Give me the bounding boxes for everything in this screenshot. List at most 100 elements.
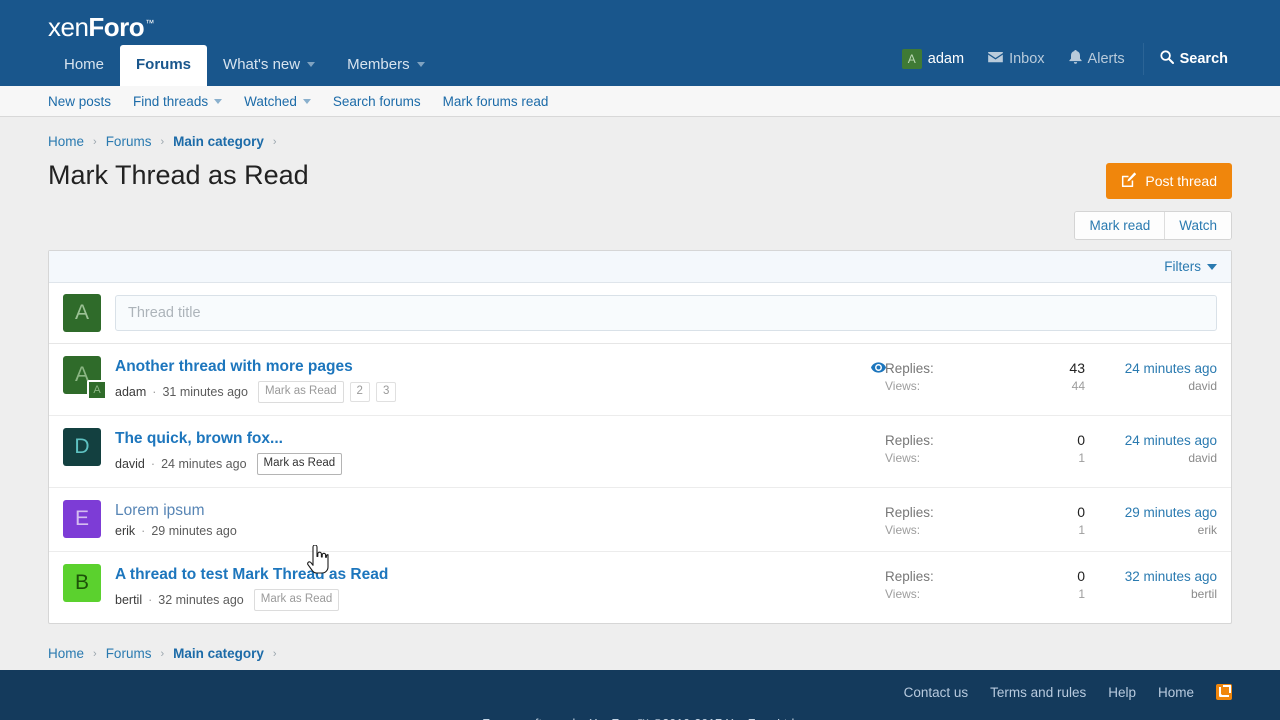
account-nav: A adam Inbox Alerts Search [894,42,1240,76]
quick-post-avatar: A [63,294,101,332]
breadcrumb-item-home-top[interactable]: Home [48,134,84,149]
breadcrumb-item-forums-top[interactable]: Forums [106,134,152,149]
nav-username: adam [927,50,965,67]
thread-title-link[interactable]: Lorem ipsum [115,501,885,520]
thread-created-time: 32 minutes ago [158,592,244,607]
thread-title-link[interactable]: The quick, brown fox... [115,429,885,448]
nav-tab-label: Forums [136,56,192,73]
subnav-search-forums[interactable]: Search forums [333,94,421,109]
replies-count: 0 [1077,504,1085,521]
stat-labels: Replies: Views: [885,567,967,603]
site-logo[interactable]: xenForo™ [48,12,154,43]
nav-tab-members[interactable]: Members [331,45,441,86]
watch-button[interactable]: Watch [1164,212,1231,239]
logo-text: xenForo™ [48,12,154,43]
thread-list-panel: Filters A AAAnother thread with more pag… [48,250,1232,625]
nav-search[interactable]: Search [1142,43,1240,75]
thread-row: D The quick, brown fox... david · 24 minutes… [49,416,1231,489]
nav-inbox[interactable]: Inbox [976,45,1056,74]
thread-author[interactable]: adam [115,386,146,399]
thread-author[interactable]: david [115,458,145,471]
subnav-label: Watched [244,93,297,109]
footer-link-home[interactable]: Home [1158,685,1194,700]
mark-read-button[interactable]: Mark read [1075,212,1165,239]
nav-search-label: Search [1179,50,1228,67]
subnav-mark-forums-read[interactable]: Mark forums read [443,94,549,109]
nav-tab-what-s-new[interactable]: What's new [207,45,331,86]
meta-separator: · [152,384,157,399]
post-thread-button[interactable]: Post thread [1106,163,1232,199]
thread-meta: bertil · 32 minutes ago Mark as Read [115,589,885,612]
stat-labels: Replies: Views: [885,503,967,539]
post-thread-label: Post thread [1145,173,1217,189]
user-avatar: A [901,49,922,69]
last-post-user[interactable]: erik [1085,522,1217,539]
subnav-watched[interactable]: Watched [244,94,311,109]
thread-last-post: 24 minutes ago david [1085,428,1217,467]
last-post-user[interactable]: david [1085,450,1217,467]
avatar[interactable]: E [63,500,101,539]
nav-user-account[interactable]: A adam [894,42,976,76]
thread-author[interactable]: bertil [115,594,142,607]
breadcrumb-separator: › [160,647,165,660]
thread-meta: david · 24 minutes ago Mark as Read [115,453,885,476]
last-post-time[interactable]: 24 minutes ago [1085,359,1217,378]
stat-values: 01 [967,431,1085,467]
avatar[interactable]: D [63,428,101,467]
last-post-time[interactable]: 29 minutes ago [1085,503,1217,522]
thread-title-link[interactable]: A thread to test Mark Thread as Read [115,565,885,584]
breadcrumb-separator: › [160,135,165,148]
breadcrumb-item-home-bottom[interactable]: Home [48,646,84,661]
envelope-icon [988,51,1003,67]
last-post-time[interactable]: 32 minutes ago [1085,567,1217,586]
breadcrumb-item-main-category-top[interactable]: Main category [173,134,264,149]
nav-tab-forums[interactable]: Forums [120,45,208,86]
breadcrumb-separator: › [93,647,97,660]
mark-as-read-button[interactable]: Mark as Read [253,589,340,612]
thread-stats: Replies: Views: 0 1 [885,428,1085,467]
filters-toggle[interactable]: Filters [1164,259,1217,274]
replies-label: Replies: [885,505,934,521]
site-header: xenForo™ Home Forums What's new Members A a… [0,0,1280,86]
subnav-new-posts[interactable]: New posts [48,94,111,109]
last-poster-avatar[interactable]: A [87,380,107,400]
breadcrumb-top: Home › Forums › Main category › [48,117,1232,149]
breadcrumb-item-main-category-bottom[interactable]: Main category [173,646,264,661]
page-title-row: Mark Thread as Read Post thread [48,159,1232,199]
last-post-user[interactable]: david [1085,378,1217,395]
views-count: 1 [1078,451,1085,466]
footer-link-contact-us[interactable]: Contact us [904,685,969,700]
thread-page-link[interactable]: 3 [375,382,397,403]
nav-alerts[interactable]: Alerts [1057,43,1137,75]
bell-icon [1068,50,1082,68]
thread-page-link[interactable]: 2 [349,382,370,403]
search-icon [1160,50,1174,68]
subnav-label: Find threads [133,93,209,109]
thread-author[interactable]: erik [115,525,135,538]
avatar[interactable]: B [63,564,101,603]
meta-separator: · [148,592,153,607]
mark-as-read-button[interactable]: Mark as Read [256,453,343,476]
nav-tab-home[interactable]: Home [48,45,120,86]
footer-link-help[interactable]: Help [1108,685,1136,700]
last-post-user[interactable]: bertil [1085,586,1217,603]
thread-main: The quick, brown fox... david · 24 minutes … [115,428,885,476]
thread-title-input[interactable] [115,295,1217,331]
nav-tab-label: Home [64,56,105,73]
thread-title-link[interactable]: Another thread with more pages [115,357,885,376]
rss-icon[interactable] [1216,684,1232,700]
thread-stats: Replies: Views: 43 44 [871,356,1085,395]
last-post-time[interactable]: 24 minutes ago [1085,431,1217,450]
main-nav: Home Forums What's new Members [48,45,441,86]
logo-prefix: xen [48,12,89,42]
thread-meta: erik · 29 minutes ago [115,525,885,538]
breadcrumb-item-forums-bottom[interactable]: Forums [106,646,152,661]
mark-as-read-button[interactable]: Mark as Read [257,381,344,404]
subnav-find-threads[interactable]: Find threads [133,93,223,109]
thread-created-time: 24 minutes ago [161,456,247,471]
chevron-down-icon [307,62,316,67]
subnav-label: Mark forums read [442,93,549,109]
footer-links: Contact us Terms and rules Help Home [904,684,1232,700]
footer-link-terms-and-rules[interactable]: Terms and rules [990,685,1086,700]
nav-alerts-label: Alerts [1087,50,1125,67]
